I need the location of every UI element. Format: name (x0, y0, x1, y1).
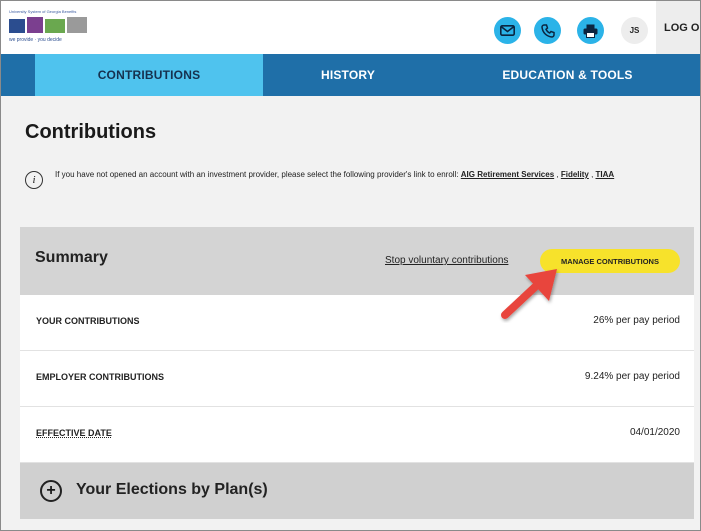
row-label[interactable]: EFFECTIVE DATE (36, 428, 112, 438)
row-value: 9.24% per pay period (584, 371, 680, 382)
elections-by-plan-accordion[interactable]: + Your Elections by Plan(s) (20, 463, 694, 519)
provider-link-aig[interactable]: AIG Retirement Services (461, 170, 554, 179)
phone-icon (540, 23, 555, 38)
tab-education-tools[interactable]: EDUCATION & TOOLS (433, 54, 700, 96)
row-label: EMPLOYER CONTRIBUTIONS (36, 372, 165, 382)
summary-row-your-contributions: YOUR CONTRIBUTIONS 26% per pay period (20, 295, 694, 351)
red-arrow-annotation (501, 269, 557, 319)
tab-history[interactable]: HISTORY (263, 54, 433, 96)
info-icon: i (25, 171, 43, 189)
print-button[interactable] (577, 17, 604, 44)
app-window: University System of Georgia Benefits we… (0, 0, 701, 531)
provider-link-fidelity[interactable]: Fidelity (561, 170, 589, 179)
user-avatar[interactable]: JS (621, 17, 648, 44)
expand-plus-icon: + (40, 480, 62, 502)
summary-header: Summary Stop voluntary contributions MAN… (20, 227, 694, 295)
main-nav: CONTRIBUTIONS HISTORY EDUCATION & TOOLS (1, 54, 700, 96)
top-bar: University System of Georgia Benefits we… (1, 1, 700, 54)
print-icon (583, 24, 598, 38)
logout-button[interactable]: LOG OU (656, 1, 700, 54)
row-value: 04/01/2020 (629, 427, 680, 438)
summary-row-employer-contributions: EMPLOYER CONTRIBUTIONS 9.24% per pay per… (20, 351, 694, 407)
summary-row-effective-date: EFFECTIVE DATE 04/01/2020 (20, 407, 694, 463)
phone-button[interactable] (534, 17, 561, 44)
mail-button[interactable] (494, 17, 521, 44)
mail-icon (500, 25, 515, 36)
summary-heading: Summary (35, 249, 108, 266)
logo-blocks-icon (9, 17, 87, 33)
elections-label: Your Elections by Plan(s) (76, 481, 268, 498)
provider-link-tiaa[interactable]: TIAA (596, 170, 615, 179)
tab-contributions[interactable]: CONTRIBUTIONS (35, 54, 263, 96)
stop-voluntary-contributions-link[interactable]: Stop voluntary contributions (385, 255, 508, 266)
info-text: If you have not opened an account with a… (55, 170, 459, 179)
page-title: Contributions (25, 121, 157, 143)
row-value: 26% per pay period (593, 315, 680, 326)
row-label: YOUR CONTRIBUTIONS (36, 316, 140, 326)
usg-benefits-logo[interactable]: University System of Georgia Benefits we… (9, 9, 89, 49)
